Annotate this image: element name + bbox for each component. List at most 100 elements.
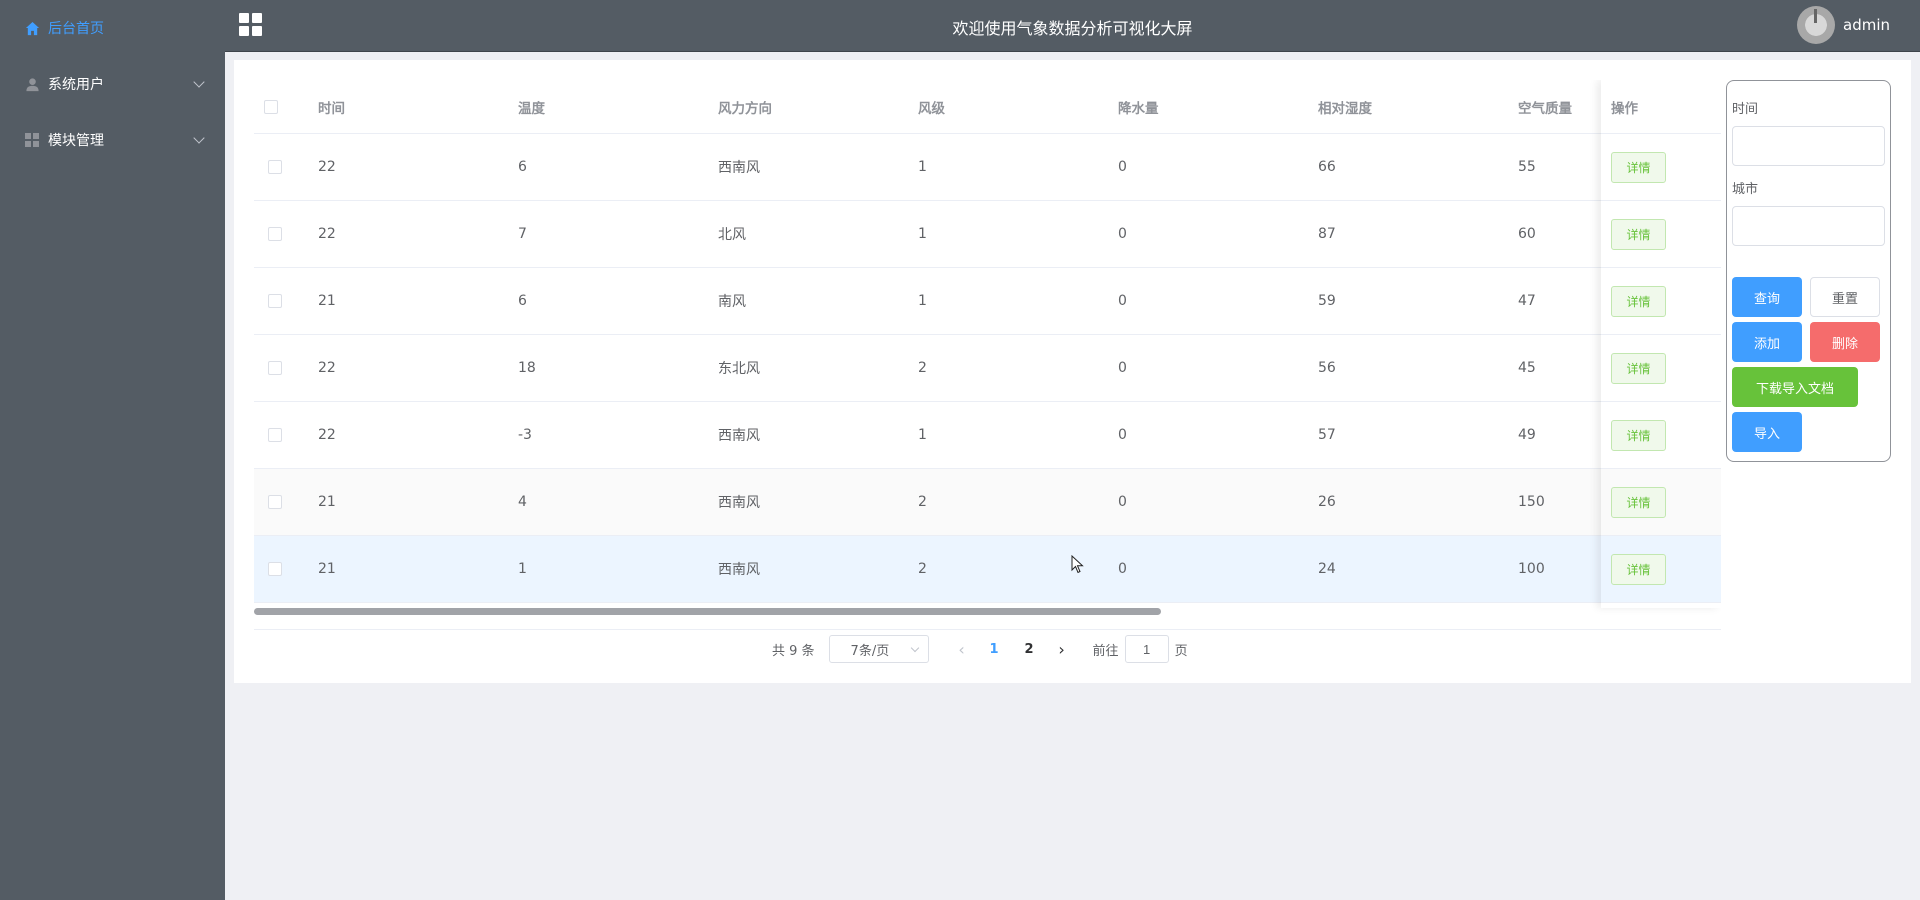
table-row[interactable]: 21 1 西南风 2 0 24 100 <box>254 536 1721 603</box>
table-cell: 1 <box>918 293 927 309</box>
table-cell: 西南风 <box>718 562 760 578</box>
sidebar-item-system-users[interactable]: 系统用户 <box>0 56 225 112</box>
table-cell: 0 <box>1118 427 1127 443</box>
page-size-select[interactable]: 7条/页 <box>828 635 929 663</box>
table-cell: 57 <box>1318 427 1336 443</box>
table-header: 时间 温度 风力方向 风级 降水量 相对湿度 空气质量 <box>254 80 1721 134</box>
column-header[interactable]: 空气质量 <box>1518 80 1572 133</box>
search-panel: 时间 城市 查询 重置 添加 删除 下载导入文档 导入 <box>1726 80 1891 462</box>
detail-button[interactable]: 详情 <box>1611 285 1666 317</box>
table-row[interactable]: 21 4 西南风 2 0 26 150 <box>254 469 1721 536</box>
column-header[interactable]: 风级 <box>918 80 945 133</box>
total-count: 共 9 条 <box>772 643 815 659</box>
table-row[interactable]: 22 6 西南风 1 0 66 55 <box>254 134 1721 201</box>
table-row[interactable]: 22 -3 西南风 1 0 57 49 <box>254 402 1721 469</box>
table-cell: 0 <box>1118 293 1127 309</box>
table-cell: 4 <box>518 494 527 510</box>
table-cell: 0 <box>1118 226 1127 242</box>
sidebar-item-label: 系统用户 <box>48 77 104 93</box>
avatar <box>1797 6 1835 44</box>
table-cell: 西南风 <box>718 160 760 176</box>
chevron-down-icon <box>193 76 205 88</box>
download-template-button[interactable]: 下载导入文档 <box>1732 367 1858 407</box>
select-all-checkbox[interactable] <box>264 99 278 114</box>
chevron-down-icon <box>910 643 919 653</box>
table-cell: -3 <box>518 427 532 443</box>
row-checkbox[interactable] <box>268 562 282 576</box>
page-size-value: 7条/页 <box>850 643 890 659</box>
horizontal-scrollbar[interactable] <box>254 608 1161 615</box>
import-button[interactable]: 导入 <box>1732 412 1802 452</box>
table-row[interactable]: 21 6 南风 1 0 59 47 <box>254 268 1721 335</box>
goto-page-input[interactable] <box>1124 635 1169 663</box>
table-cell: 0 <box>1118 159 1127 175</box>
user-icon <box>24 76 40 92</box>
table-cell: 47 <box>1518 293 1536 309</box>
add-button[interactable]: 添加 <box>1732 322 1802 362</box>
table-cell: 7 <box>518 226 527 242</box>
table-cell: 1 <box>918 427 927 443</box>
data-table: 时间 温度 风力方向 风级 降水量 相对湿度 空气质量 22 6 西南风 1 0 66 55… <box>254 80 1721 630</box>
page-number[interactable]: 2 <box>1012 642 1047 657</box>
table-cell: 6 <box>518 293 527 309</box>
sidebar-item-module-management[interactable]: 模块管理 <box>0 112 225 168</box>
detail-button[interactable]: 详情 <box>1611 218 1666 250</box>
pagination: 共 9 条 7条/页 ‹ 1 2 › 前往 页 <box>772 634 1188 664</box>
column-header[interactable]: 时间 <box>318 80 345 133</box>
page-number[interactable]: 1 <box>977 642 1012 657</box>
table-cell: 北风 <box>718 227 746 243</box>
table-cell: 66 <box>1318 159 1336 175</box>
table-cell: 60 <box>1518 226 1536 242</box>
table-cell: 21 <box>318 293 336 309</box>
table-cell: 150 <box>1518 494 1545 510</box>
detail-button[interactable]: 详情 <box>1611 419 1666 451</box>
time-label: 时间 <box>1732 102 1759 117</box>
row-checkbox[interactable] <box>268 227 282 241</box>
table-cell: 1 <box>918 226 927 242</box>
row-checkbox[interactable] <box>268 428 282 442</box>
detail-button[interactable]: 详情 <box>1611 486 1666 518</box>
table-cell: 49 <box>1518 427 1536 443</box>
reset-button[interactable]: 重置 <box>1810 277 1880 317</box>
row-checkbox[interactable] <box>268 294 282 308</box>
table-cell: 22 <box>318 427 336 443</box>
query-button[interactable]: 查询 <box>1732 277 1802 317</box>
table-cell: 西南风 <box>718 428 760 444</box>
row-checkbox[interactable] <box>268 361 282 375</box>
row-checkbox[interactable] <box>268 160 282 174</box>
main-panel: 时间 温度 风力方向 风级 降水量 相对湿度 空气质量 22 6 西南风 1 0 66 55… <box>234 60 1911 683</box>
row-checkbox[interactable] <box>268 495 282 509</box>
grid-icon <box>24 132 40 148</box>
table-cell: 2 <box>918 360 927 376</box>
column-header[interactable]: 风力方向 <box>718 80 772 133</box>
table-cell: 22 <box>318 226 336 242</box>
table-cell: 56 <box>1318 360 1336 376</box>
sidebar: 后台首页 系统用户 模块管理 <box>0 0 225 900</box>
table-cell: 21 <box>318 561 336 577</box>
fixed-action-column: 操作 详情 详情 详情 详情 详情 详情 详情 <box>1601 80 1721 608</box>
table-row[interactable]: 22 18 东北风 2 0 56 45 <box>254 335 1721 402</box>
delete-button[interactable]: 删除 <box>1810 322 1880 362</box>
table-row[interactable]: 22 7 北风 1 0 87 60 <box>254 201 1721 268</box>
home-icon <box>24 20 40 36</box>
user-menu[interactable]: admin <box>1797 6 1890 44</box>
table-cell: 22 <box>318 159 336 175</box>
column-header[interactable]: 温度 <box>518 80 545 133</box>
table-cell: 26 <box>1318 494 1336 510</box>
table-cell: 59 <box>1318 293 1336 309</box>
prev-page-icon[interactable]: ‹ <box>947 640 977 659</box>
column-header[interactable]: 降水量 <box>1118 80 1159 133</box>
time-input[interactable] <box>1732 126 1885 166</box>
detail-button[interactable]: 详情 <box>1611 151 1666 183</box>
detail-button[interactable]: 详情 <box>1611 553 1666 585</box>
table-cell: 1 <box>518 561 527 577</box>
column-header[interactable]: 相对湿度 <box>1318 80 1372 133</box>
table-cell: 0 <box>1118 561 1127 577</box>
table-cell: 2 <box>918 561 927 577</box>
chevron-down-icon <box>193 132 205 144</box>
detail-button[interactable]: 详情 <box>1611 352 1666 384</box>
next-page-icon[interactable]: › <box>1047 640 1077 659</box>
mouse-cursor-icon <box>1071 555 1084 574</box>
city-input[interactable] <box>1732 206 1885 246</box>
sidebar-item-home[interactable]: 后台首页 <box>0 0 225 56</box>
